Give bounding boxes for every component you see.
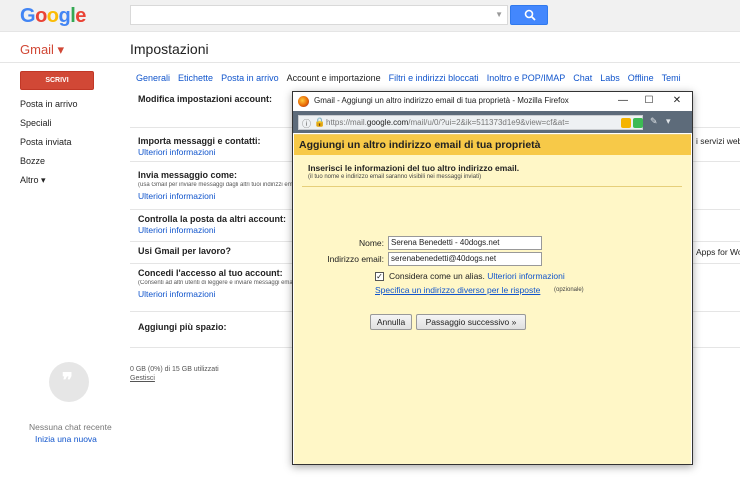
learn-more-link[interactable]: Ulteriori informazioni (138, 191, 215, 201)
section-title: Modifica impostazioni account: (138, 94, 273, 104)
sidebar-item-inbox[interactable]: Posta in arrivo (20, 99, 78, 118)
tab-themes[interactable]: Temi (662, 73, 681, 83)
extension-icon[interactable] (621, 118, 631, 128)
logo-letter: g (58, 5, 71, 27)
tab-general[interactable]: Generali (136, 73, 170, 83)
tab-offline[interactable]: Offline (628, 73, 654, 83)
next-step-button[interactable]: Passaggio successivo » (416, 314, 526, 330)
top-bar: Google ▼ (0, 0, 740, 32)
firefox-popup-window: Gmail - Aggiungi un altro indirizzo emai… (292, 91, 693, 465)
url-bar: ⓘ 🔒 https://mail.google.com/mail/u/0/?ui… (293, 111, 692, 133)
email-label: Indirizzo email: (327, 254, 384, 264)
reply-to-link[interactable]: Specifica un indirizzo diverso per le ri… (375, 285, 540, 295)
dialog-note: (il tuo nome e indirizzo email saranno v… (308, 174, 482, 180)
search-dropdown-icon[interactable]: ▼ (495, 10, 503, 19)
section-title: Aggiungi più spazio: (138, 322, 227, 332)
search-input[interactable]: ▼ (130, 5, 508, 25)
sidebar-item-starred[interactable]: Speciali (20, 118, 78, 137)
window-titlebar[interactable]: Gmail - Aggiungi un altro indirizzo emai… (293, 92, 692, 111)
section-description: (Consenti ad altri utenti di leggere e i… (138, 280, 296, 286)
compose-button[interactable]: SCRIVI (20, 71, 94, 90)
start-new-chat-link[interactable]: Inizia una nuova (35, 434, 97, 444)
section-title: Usi Gmail per lavoro? (138, 246, 232, 256)
dialog-title: Aggiungi un altro indirizzo email di tua… (299, 139, 541, 151)
tab-labs[interactable]: Labs (600, 73, 620, 83)
extension-icon[interactable] (633, 118, 643, 128)
logo-letter: o (35, 5, 47, 27)
section-title: Invia messaggio come: (138, 170, 238, 180)
alias-text: Considera come un alias. (389, 271, 485, 281)
section-title: Concedi l'accesso al tuo account: (138, 268, 283, 278)
toolbar-icon[interactable]: ✎ (650, 116, 658, 127)
logo-letter: G (20, 5, 36, 27)
window-title: Gmail - Aggiungi un altro indirizzo emai… (314, 96, 569, 105)
alias-checkbox[interactable]: ✓ (375, 272, 384, 281)
quote-icon: ❞ (62, 368, 73, 392)
name-label: Nome: (358, 238, 384, 248)
sidebar-item-more[interactable]: Altro ▾ (20, 175, 78, 194)
toolbar-menu-icon[interactable]: ▾ (666, 116, 671, 127)
email-field[interactable]: serenabenedetti@40dogs.net (388, 252, 542, 266)
firefox-icon (298, 96, 309, 107)
learn-more-link[interactable]: Ulteriori informazioni (138, 225, 215, 235)
url-field[interactable]: ⓘ 🔒 https://mail.google.com/mail/u/0/?ui… (298, 115, 643, 130)
google-logo[interactable]: Google (20, 5, 86, 28)
import-right-text: i servizi web (696, 136, 740, 146)
maximize-icon[interactable]: ☐ (642, 94, 656, 108)
divider (302, 186, 682, 187)
dialog-intro: Inserisci le informazioni del tuo altro … (308, 163, 520, 173)
logo-letter: e (75, 5, 86, 27)
minimize-icon[interactable]: — (616, 94, 630, 108)
hangouts-icon: ❞ (49, 362, 89, 402)
manage-storage-link[interactable]: Gestisci (130, 375, 155, 382)
page-title: Impostazioni (130, 41, 209, 57)
url-text: https://mail.google.com/mail/u/0/?ui=2&i… (326, 118, 616, 127)
no-recent-chats: Nessuna chat recente (29, 422, 112, 432)
work-right-text: Apps for Wo (696, 247, 740, 257)
tab-chat[interactable]: Chat (573, 73, 592, 83)
gmail-menu[interactable]: Gmail ▾ (20, 42, 64, 58)
url-host: https://mail.google.com (326, 118, 409, 127)
storage-usage: 0 GB (0%) di 15 GB utilizzati (130, 366, 219, 373)
search-button[interactable] (510, 5, 548, 25)
close-icon[interactable]: ✕ (670, 94, 684, 108)
section-description: (usa Gmail per inviare messaggi dagli al… (138, 182, 301, 188)
tab-filters[interactable]: Filtri e indirizzi bloccati (389, 73, 479, 83)
divider (0, 62, 740, 63)
section-title: Importa messaggi e contatti: (138, 136, 261, 146)
alias-label: Considera come un alias. Ulteriori infor… (389, 271, 565, 281)
cancel-button[interactable]: Annulla (370, 314, 412, 330)
logo-letter: o (46, 5, 59, 27)
settings-tabs: Generali Etichette Posta in arrivo Account … (136, 73, 689, 83)
lock-icon: 🔒 (314, 117, 326, 127)
url-domain: google.com (366, 118, 409, 127)
optional-note: (opzionale) (554, 287, 584, 293)
dialog-header: Aggiungi un altro indirizzo email di tua… (294, 135, 691, 155)
tab-accounts[interactable]: Account e importazione (287, 73, 381, 83)
section-title: Controlla la posta da altri account: (138, 214, 287, 224)
learn-more-link[interactable]: Ulteriori informazioni (138, 147, 215, 157)
tab-forwarding[interactable]: Inoltro e POP/IMAP (487, 73, 566, 83)
sidebar-item-sent[interactable]: Posta inviata (20, 137, 78, 156)
learn-more-link[interactable]: Ulteriori informazioni (138, 289, 215, 299)
tab-labels[interactable]: Etichette (178, 73, 213, 83)
search-icon (524, 9, 536, 21)
sidebar-item-drafts[interactable]: Bozze (20, 156, 78, 175)
info-icon[interactable]: ⓘ (302, 117, 311, 130)
dialog-body: Aggiungi un altro indirizzo email di tua… (294, 134, 691, 464)
url-path: /mail/u/0/?ui=2&ik=511373d1e9&view=cf&at… (408, 118, 570, 127)
tab-inbox[interactable]: Posta in arrivo (221, 73, 279, 83)
alias-learn-more-link[interactable]: Ulteriori informazioni (487, 271, 564, 281)
name-field[interactable]: Serena Benedetti - 40dogs.net (388, 236, 542, 250)
sidebar-nav: Posta in arrivo Speciali Posta inviata B… (20, 99, 78, 194)
